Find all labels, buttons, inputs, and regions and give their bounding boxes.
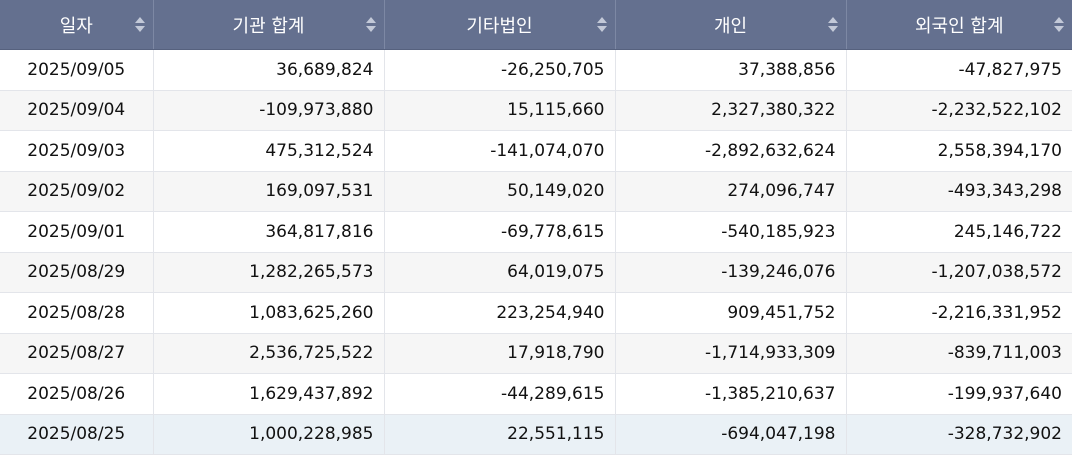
cell-other-corporation: -69,778,615 (384, 211, 616, 253)
cell-institution-total: 2,536,725,522 (153, 333, 385, 374)
cell-institution-total: 1,282,265,573 (153, 252, 385, 293)
cell-other-corporation: 50,149,020 (384, 171, 616, 212)
cell-other-corporation: -26,250,705 (384, 49, 616, 91)
cell-individual: -540,185,923 (615, 211, 847, 253)
cell-foreigner-total: -839,711,003 (846, 333, 1072, 374)
cell-foreigner-total: -2,216,331,952 (846, 292, 1072, 334)
cell-individual: 274,096,747 (615, 171, 847, 212)
cell-institution-total: 1,629,437,892 (153, 373, 385, 415)
cell-foreigner-total: -493,343,298 (846, 171, 1072, 212)
column-header-date[interactable]: 일자 (0, 0, 154, 50)
cell-individual: -1,714,933,309 (615, 333, 847, 374)
cell-date: 2025/08/29 (0, 252, 154, 293)
cell-other-corporation: 223,254,940 (384, 292, 616, 334)
cell-institution-total: 475,312,524 (153, 130, 385, 172)
cell-individual: -2,892,632,624 (615, 130, 847, 172)
cell-other-corporation: -44,289,615 (384, 373, 616, 415)
cell-date: 2025/09/02 (0, 171, 154, 212)
table-row[interactable]: 2025/08/27 2,536,725,522 17,918,790 -1,7… (0, 333, 1072, 374)
cell-other-corporation: 22,551,115 (384, 414, 616, 455)
cell-foreigner-total: 245,146,722 (846, 211, 1072, 253)
sort-icon[interactable] (1054, 14, 1064, 34)
cell-individual: 37,388,856 (615, 49, 847, 91)
cell-foreigner-total: -199,937,640 (846, 373, 1072, 415)
table-body: 2025/09/05 36,689,824 -26,250,705 37,388… (0, 49, 1072, 455)
cell-other-corporation: -141,074,070 (384, 130, 616, 172)
column-header-label: 개인 (713, 15, 748, 37)
sort-icon[interactable] (596, 14, 607, 34)
cell-other-corporation: 17,918,790 (384, 333, 616, 374)
cell-individual: 2,327,380,322 (615, 90, 847, 131)
cell-institution-total: 169,097,531 (153, 171, 385, 212)
column-header-label: 일자 (59, 15, 93, 37)
cell-date: 2025/08/28 (0, 292, 154, 334)
table-row[interactable]: 2025/08/29 1,282,265,573 64,019,075 -139… (0, 252, 1072, 293)
column-header-label: 기관 합계 (232, 15, 305, 37)
cell-date: 2025/09/01 (0, 211, 154, 253)
table-row[interactable]: 2025/08/28 1,083,625,260 223,254,940 909… (0, 292, 1072, 334)
cell-foreigner-total: -1,207,038,572 (846, 252, 1072, 293)
cell-foreigner-total: 2,558,394,170 (846, 130, 1072, 172)
cell-other-corporation: 15,115,660 (384, 90, 616, 131)
cell-foreigner-total: -47,827,975 (846, 49, 1072, 91)
table-header: 일자 기관 합계 기타법인 개인 외국인 합계 (0, 0, 1072, 50)
column-header-individual[interactable]: 개인 (615, 0, 847, 50)
cell-date: 2025/09/04 (0, 90, 154, 131)
table-row[interactable]: 2025/09/02 169,097,531 50,149,020 274,09… (0, 171, 1072, 212)
cell-date: 2025/08/25 (0, 414, 154, 455)
table-row[interactable]: 2025/09/01 364,817,816 -69,778,615 -540,… (0, 211, 1072, 253)
cell-individual: -1,385,210,637 (615, 373, 847, 415)
sort-icon[interactable] (134, 14, 145, 34)
cell-institution-total: 36,689,824 (153, 49, 385, 91)
table-row[interactable]: 2025/09/04 -109,973,880 15,115,660 2,327… (0, 90, 1072, 131)
cell-individual: -139,246,076 (615, 252, 847, 293)
cell-individual: -694,047,198 (615, 414, 847, 455)
cell-institution-total: 364,817,816 (153, 211, 385, 253)
cell-institution-total: -109,973,880 (153, 90, 385, 131)
cell-date: 2025/08/27 (0, 333, 154, 374)
column-header-label: 외국인 합계 (914, 15, 1004, 37)
table-row[interactable]: 2025/09/05 36,689,824 -26,250,705 37,388… (0, 49, 1072, 91)
cell-date: 2025/09/03 (0, 130, 154, 172)
cell-institution-total: 1,000,228,985 (153, 414, 385, 455)
sort-icon[interactable] (827, 14, 838, 34)
cell-foreigner-total: -328,732,902 (846, 414, 1072, 455)
column-header-institution-total[interactable]: 기관 합계 (153, 0, 385, 50)
table-row-highlighted[interactable]: 2025/08/25 1,000,228,985 22,551,115 -694… (0, 414, 1072, 455)
cell-date: 2025/09/05 (0, 49, 154, 91)
column-header-foreigner-total[interactable]: 외국인 합계 (846, 0, 1072, 50)
table-row[interactable]: 2025/09/03 475,312,524 -141,074,070 -2,8… (0, 130, 1072, 172)
cell-date: 2025/08/26 (0, 373, 154, 415)
table-row[interactable]: 2025/08/26 1,629,437,892 -44,289,615 -1,… (0, 373, 1072, 415)
header-row: 일자 기관 합계 기타법인 개인 외국인 합계 (0, 0, 1072, 50)
cell-individual: 909,451,752 (615, 292, 847, 334)
cell-other-corporation: 64,019,075 (384, 252, 616, 293)
column-header-other-corporation[interactable]: 기타법인 (384, 0, 616, 50)
cell-foreigner-total: -2,232,522,102 (846, 90, 1072, 131)
cell-institution-total: 1,083,625,260 (153, 292, 385, 334)
column-header-label: 기타법인 (466, 15, 533, 37)
sort-icon[interactable] (365, 14, 376, 34)
investor-trading-table: 일자 기관 합계 기타법인 개인 외국인 합계 2025/09/05 36,68… (0, 0, 1072, 455)
